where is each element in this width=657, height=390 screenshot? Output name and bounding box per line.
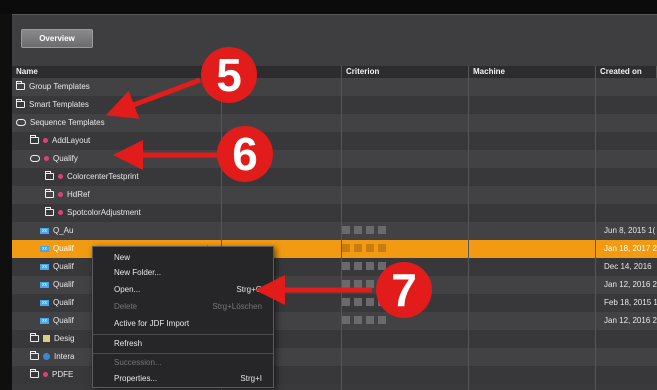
column-divider bbox=[341, 78, 342, 390]
design-icon bbox=[43, 335, 50, 343]
menu-item-open[interactable]: Open... Strg+O bbox=[93, 282, 273, 297]
tree-row-sequence-templates[interactable]: Sequence Templates bbox=[12, 114, 657, 132]
folder-icon bbox=[45, 171, 54, 181]
menu-item-refresh[interactable]: Refresh bbox=[93, 336, 273, 351]
annotation-marker-7: 7 bbox=[376, 262, 432, 318]
template-icon bbox=[44, 156, 49, 162]
template-icon bbox=[43, 138, 48, 144]
criterion-icons bbox=[342, 316, 402, 326]
sequence-icon: xx bbox=[40, 227, 49, 234]
toolbar: Overview bbox=[12, 15, 657, 65]
row-label: ColorcenterTestprint bbox=[67, 172, 139, 181]
tree-row-colorcenter[interactable]: ColorcenterTestprint bbox=[12, 168, 657, 186]
menu-item-new[interactable]: New bbox=[93, 250, 273, 265]
sequence-icon: xx bbox=[40, 245, 49, 252]
overview-tab[interactable]: Overview bbox=[21, 29, 93, 48]
annotation-marker-5: 5 bbox=[201, 47, 257, 103]
folder-icon bbox=[16, 81, 25, 91]
column-header-machine[interactable]: Machine bbox=[469, 66, 596, 78]
menu-separator bbox=[93, 334, 273, 335]
row-label: Desig bbox=[54, 334, 75, 343]
template-icon bbox=[58, 174, 63, 180]
menu-separator bbox=[93, 353, 273, 354]
row-label: Qualif bbox=[53, 280, 74, 289]
menu-item-properties[interactable]: Properties... Strg+I bbox=[93, 371, 273, 386]
column-header-name[interactable]: Name bbox=[12, 66, 342, 78]
sequence-icon: xx bbox=[40, 299, 49, 306]
window-top-bar bbox=[0, 0, 657, 14]
tree-row-spotcolor[interactable]: SpotcolorAdjustment bbox=[12, 204, 657, 222]
folder-icon bbox=[16, 99, 25, 109]
tree-row-addlayout[interactable]: AddLayout bbox=[12, 132, 657, 150]
context-menu: New New Folder... Open... Strg+O Delete St… bbox=[92, 246, 274, 388]
tree-row-qualify-folder[interactable]: Qualify bbox=[12, 150, 657, 168]
column-header-created-on[interactable]: Created on bbox=[596, 66, 657, 78]
folder-icon bbox=[30, 333, 39, 343]
sequence-icon: xx bbox=[40, 263, 49, 270]
tree-row-hdref[interactable]: HdRef bbox=[12, 186, 657, 204]
row-label: Group Templates bbox=[29, 82, 90, 91]
row-label: Qualif bbox=[53, 262, 74, 271]
menu-item-active-jdf[interactable]: Active for JDF Import bbox=[93, 316, 273, 331]
created-date: Feb 18, 2015 1 bbox=[604, 298, 657, 307]
template-icon bbox=[43, 372, 48, 378]
row-label: Smart Templates bbox=[29, 100, 89, 109]
row-label: Qualif bbox=[53, 298, 74, 307]
created-date: Dec 14, 2016 bbox=[604, 262, 652, 271]
menu-item-delete[interactable]: Delete Strg+Löschen bbox=[93, 299, 273, 314]
row-label: PDFE bbox=[52, 370, 74, 379]
globe-icon bbox=[43, 353, 50, 361]
template-icon bbox=[58, 192, 63, 198]
tree-row-q-au[interactable]: xx Q_Au Jun 8, 2015 1( bbox=[12, 222, 657, 240]
column-header-criterion[interactable]: Criterion bbox=[342, 66, 469, 78]
created-date: Jan 12, 2016 2 bbox=[604, 316, 657, 325]
menu-item-new-folder[interactable]: New Folder... bbox=[93, 265, 273, 280]
row-label: Intera bbox=[54, 352, 75, 361]
row-label: Qualify bbox=[53, 154, 78, 163]
open-folder-icon bbox=[30, 155, 40, 163]
row-label: Qualif bbox=[53, 244, 74, 253]
shortcut-label: Strg+O bbox=[236, 285, 262, 294]
row-label: HdRef bbox=[67, 190, 90, 199]
annotation-marker-6: 6 bbox=[217, 126, 273, 182]
column-divider bbox=[595, 78, 596, 390]
sequence-icon: xx bbox=[40, 281, 49, 288]
row-label: Q_Au bbox=[53, 226, 74, 235]
row-label: Sequence Templates bbox=[30, 118, 105, 127]
criterion-icons bbox=[342, 226, 402, 236]
tree-row-smart-templates[interactable]: Smart Templates bbox=[12, 96, 657, 114]
folder-icon bbox=[30, 351, 39, 361]
template-icon bbox=[58, 210, 63, 216]
sequence-icon: xx bbox=[40, 317, 49, 324]
created-date: Jan 12, 2016 2 bbox=[604, 280, 657, 289]
row-label: AddLayout bbox=[52, 136, 91, 145]
shortcut-label: Strg+Löschen bbox=[212, 302, 262, 311]
shortcut-label: Strg+I bbox=[240, 374, 262, 383]
menu-item-succession[interactable]: Succession... bbox=[93, 355, 273, 370]
tree-row-group-templates[interactable]: Group Templates bbox=[12, 78, 657, 96]
folder-icon bbox=[30, 369, 39, 379]
folder-icon bbox=[45, 207, 54, 217]
row-label: Qualif bbox=[53, 316, 74, 325]
created-date: Jan 18, 2017 2 bbox=[604, 244, 657, 253]
criterion-icons bbox=[342, 244, 402, 254]
column-divider bbox=[468, 78, 469, 390]
open-folder-icon bbox=[16, 119, 26, 127]
row-label: SpotcolorAdjustment bbox=[67, 208, 141, 217]
folder-icon bbox=[45, 189, 54, 199]
folder-icon bbox=[30, 135, 39, 145]
created-date: Jun 8, 2015 1( bbox=[604, 226, 656, 235]
